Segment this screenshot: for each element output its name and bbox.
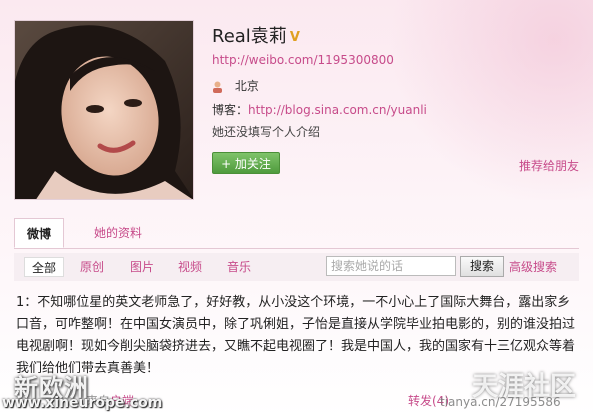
tab-her-profile[interactable]: 她的资料 bbox=[84, 218, 152, 248]
profile-name-text: Real袁莉 bbox=[212, 26, 287, 47]
avatar[interactable] bbox=[14, 20, 194, 200]
weibo-url-link[interactable]: http://weibo.com/1195300800 bbox=[212, 53, 394, 67]
filter-all[interactable]: 全部 bbox=[24, 257, 64, 277]
profile-tabs: 微博 她的资料 bbox=[14, 218, 579, 249]
person-pin-icon bbox=[213, 81, 222, 93]
filter-images[interactable]: 图片 bbox=[130, 257, 154, 277]
follow-button[interactable]: + 加关注 bbox=[212, 152, 280, 174]
filter-original[interactable]: 原创 bbox=[80, 257, 104, 277]
search-button[interactable]: 搜索 bbox=[460, 256, 504, 277]
verified-badge-icon: V bbox=[289, 29, 300, 45]
search-input[interactable]: 搜索她说的话 bbox=[326, 256, 456, 276]
location-row: 北京 bbox=[212, 77, 259, 94]
blog-link[interactable]: http://blog.sina.com.cn/yuanli bbox=[248, 103, 427, 117]
filter-bar: 全部 原创 图片 视频 音乐 搜索她说的话 搜索 高级搜索 bbox=[14, 253, 579, 281]
filter-video[interactable]: 视频 bbox=[178, 257, 202, 277]
profile-name: Real袁莉 V bbox=[212, 22, 300, 48]
recommend-to-friends-link[interactable]: 推荐给朋友 bbox=[519, 157, 579, 174]
tab-weibo[interactable]: 微博 bbox=[14, 218, 64, 248]
blog-label: 博客： bbox=[212, 103, 249, 117]
blog-row: 博客：http://blog.sina.com.cn/yuanli bbox=[212, 101, 427, 118]
advanced-search-link[interactable]: 高级搜索 bbox=[509, 257, 557, 277]
profile-intro: 她还没填写个人介绍 bbox=[212, 125, 321, 139]
location-text: 北京 bbox=[234, 79, 259, 93]
xineurope-watermark-url: www.xineurope.com bbox=[2, 395, 163, 411]
filter-music[interactable]: 音乐 bbox=[227, 257, 251, 277]
tianya-watermark-url: tianya.cn/27195586 bbox=[440, 395, 561, 409]
